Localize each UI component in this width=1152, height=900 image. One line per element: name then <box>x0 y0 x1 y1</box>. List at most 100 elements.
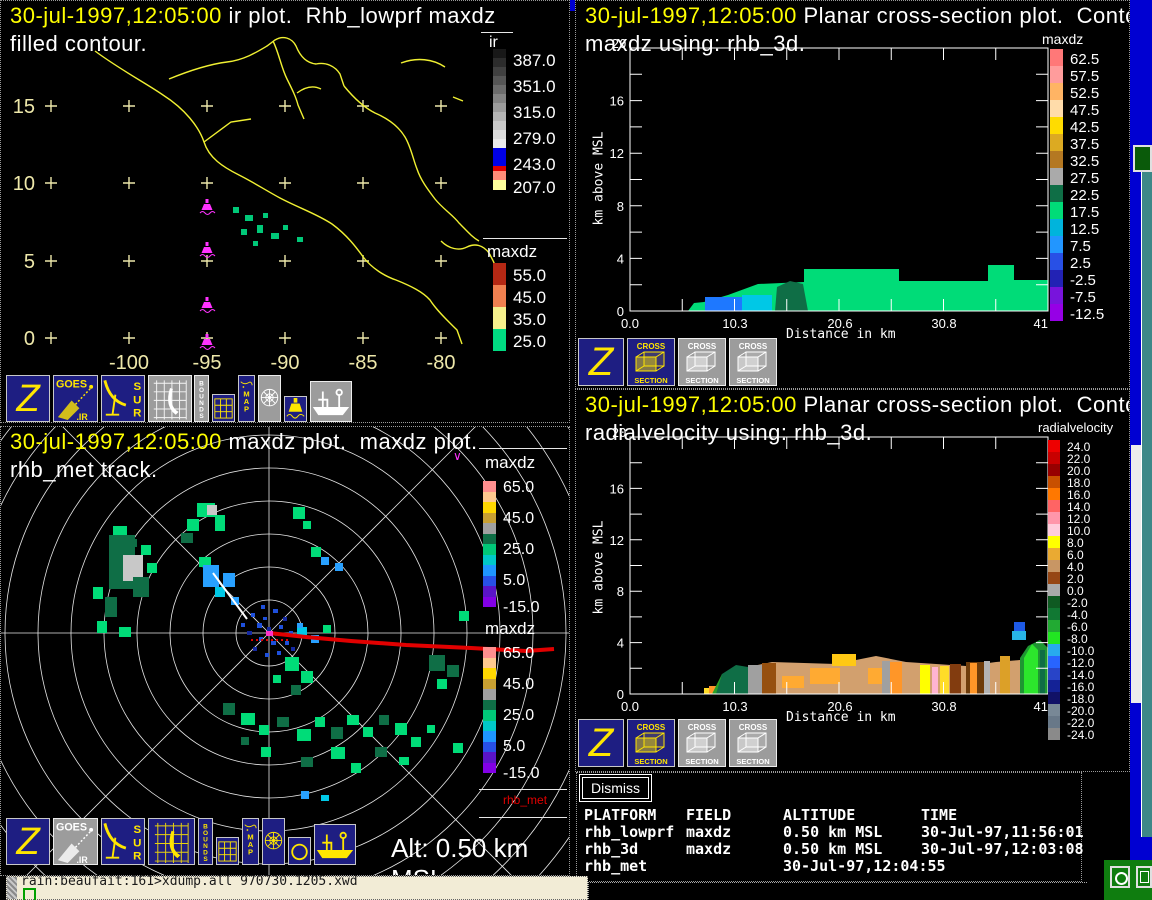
bounds-button[interactable]: BOUNDS <box>194 375 209 422</box>
background-black-window <box>588 882 1087 900</box>
colorbar-tick: 17.5 <box>1070 204 1099 221</box>
svg-text:-85: -85 <box>349 352 378 374</box>
svg-text:P: P <box>248 848 253 857</box>
web-button[interactable] <box>262 818 285 865</box>
svg-text:4: 4 <box>617 251 624 266</box>
cross-button[interactable]: CROSSSECTION <box>627 338 675 386</box>
window-platform-status: Dismiss PLATFORMFIELDALTITUDETIMErhb_low… <box>576 772 1082 882</box>
colorbar-band <box>1050 185 1063 202</box>
dismiss-button[interactable]: Dismiss <box>582 777 649 799</box>
ir-maxdz-cbar-title: maxdz <box>487 242 537 262</box>
ship-button[interactable] <box>314 824 356 865</box>
svg-text:S: S <box>133 381 141 393</box>
svg-text:CROSS: CROSS <box>688 723 717 732</box>
zebra-button[interactable]: Z <box>578 338 624 386</box>
colorbar-band <box>493 76 506 85</box>
table-row: rhb_3dmaxdz0.50 km MSL30-Jul-97,12:03:08 <box>584 841 1084 858</box>
rgrid-button[interactable] <box>148 375 192 422</box>
colorbar-band <box>483 763 496 773</box>
platform-table: PLATFORMFIELDALTITUDETIMErhb_lowprfmaxdz… <box>584 807 1084 875</box>
grid-button[interactable] <box>212 394 235 422</box>
colorbar-tick: 279.0 <box>513 129 556 149</box>
table-cell: rhb_met <box>584 858 686 875</box>
colorbar-band <box>483 647 496 658</box>
colorbar-band <box>493 285 506 307</box>
colorbar-tick: 42.5 <box>1070 119 1099 136</box>
colorbar-band <box>1048 608 1060 620</box>
map-button[interactable]: MAP <box>242 818 259 865</box>
colorbar-band <box>1048 668 1060 680</box>
svg-text:CROSS: CROSS <box>688 342 717 351</box>
colorbar-band <box>483 523 496 534</box>
colorbar-band <box>1048 560 1060 572</box>
colorbar-band <box>1050 304 1063 321</box>
svg-text:CROSS: CROSS <box>637 342 666 351</box>
web-button[interactable] <box>258 375 281 422</box>
map-button[interactable]: MAP <box>238 375 255 422</box>
colorbar-band <box>483 721 496 731</box>
ppi-track-label: rhb_met <box>503 793 547 807</box>
taskbar-circle-icon[interactable] <box>1110 866 1130 888</box>
table-header: PLATFORMFIELDALTITUDETIME <box>584 807 1084 824</box>
ship-button[interactable] <box>310 381 352 422</box>
svg-text:Z: Z <box>588 340 615 384</box>
svg-text:10.3: 10.3 <box>722 316 747 331</box>
buoy-button[interactable] <box>284 396 307 422</box>
bounds-button[interactable]: BOUNDS <box>198 818 213 865</box>
ir-cbar-separator <box>483 238 567 239</box>
table-cell: maxdz <box>686 824 783 841</box>
colorbar-band <box>493 180 506 190</box>
colorbar-band <box>1048 716 1060 728</box>
colorbar-band <box>1048 692 1060 704</box>
svg-text:SECTION: SECTION <box>634 757 667 766</box>
colorbar-band <box>1048 440 1060 452</box>
circle-button[interactable] <box>288 837 311 865</box>
ir-title: 30-jul-1997,12:05:00 ir plot. Rhb_lowprf… <box>10 3 496 29</box>
xs2-ylabel: km above MSL <box>591 521 606 615</box>
colorbar-band <box>1048 536 1060 548</box>
cross-button[interactable]: CROSSSECTION <box>627 719 675 767</box>
zebra-button[interactable]: Z <box>6 818 50 865</box>
table-cell: FIELD <box>686 807 783 824</box>
cross-button[interactable]: CROSSSECTION <box>729 338 777 386</box>
svg-text:SECTION: SECTION <box>736 376 769 385</box>
svg-text:-95: -95 <box>193 352 222 374</box>
svg-text:SECTION: SECTION <box>685 376 718 385</box>
colorbar-band <box>483 481 496 492</box>
terminal-scrollbar[interactable] <box>7 877 17 899</box>
colorbar-band <box>1050 287 1063 304</box>
colorbar-band <box>1050 83 1063 100</box>
colorbar-band <box>1048 572 1060 584</box>
table-cell: rhb_3d <box>584 841 686 858</box>
zebra-button[interactable]: Z <box>578 719 624 767</box>
grid-button[interactable] <box>216 837 239 865</box>
zebra-button[interactable]: Z <box>6 375 50 422</box>
colorbar-band <box>483 710 496 721</box>
xs1-title: 30-jul-1997,12:05:00 Planar cross-sectio… <box>585 3 1130 29</box>
colorbar-band <box>493 85 506 94</box>
colorbar-tick: 5.0 <box>503 572 525 590</box>
svg-text:30.8: 30.8 <box>931 699 956 714</box>
colorbar-band <box>1048 512 1060 524</box>
terminal-window[interactable]: rain:beaufait:161>xdump.all 970730.1205.… <box>6 876 588 900</box>
background-scrollbar[interactable] <box>1131 445 1141 703</box>
colorbar-band <box>1050 117 1063 134</box>
taskbar-doc-icon[interactable] <box>1136 866 1152 888</box>
xs1-title-line2: maxdz using: rhb_3d. <box>585 31 805 57</box>
table-cell: 0.50 km MSL <box>783 824 921 841</box>
sur-button[interactable]: SUR <box>101 375 145 422</box>
cross-button[interactable]: CROSSSECTION <box>678 719 726 767</box>
cross-button[interactable]: CROSSSECTION <box>729 719 777 767</box>
cross-button[interactable]: CROSS SECTION <box>678 338 726 386</box>
sur-button[interactable]: SUR <box>101 818 145 865</box>
svg-text:0.0: 0.0 <box>621 699 639 714</box>
svg-text:5: 5 <box>24 251 35 273</box>
ppi-colorbar-1: 65.045.025.05.0-15.0 <box>483 481 496 607</box>
goes-button[interactable]: GOES.IR <box>53 375 98 422</box>
buoy-marker <box>200 297 215 313</box>
desktop: 151050-100-95-90-85-80 30-jul-1997,12:05… <box>0 0 1152 900</box>
colorbar-band <box>493 329 506 351</box>
background-window-icon[interactable] <box>1133 145 1152 172</box>
goes-button[interactable]: GOES.IR <box>53 818 98 865</box>
rgrid-button[interactable] <box>148 818 195 865</box>
